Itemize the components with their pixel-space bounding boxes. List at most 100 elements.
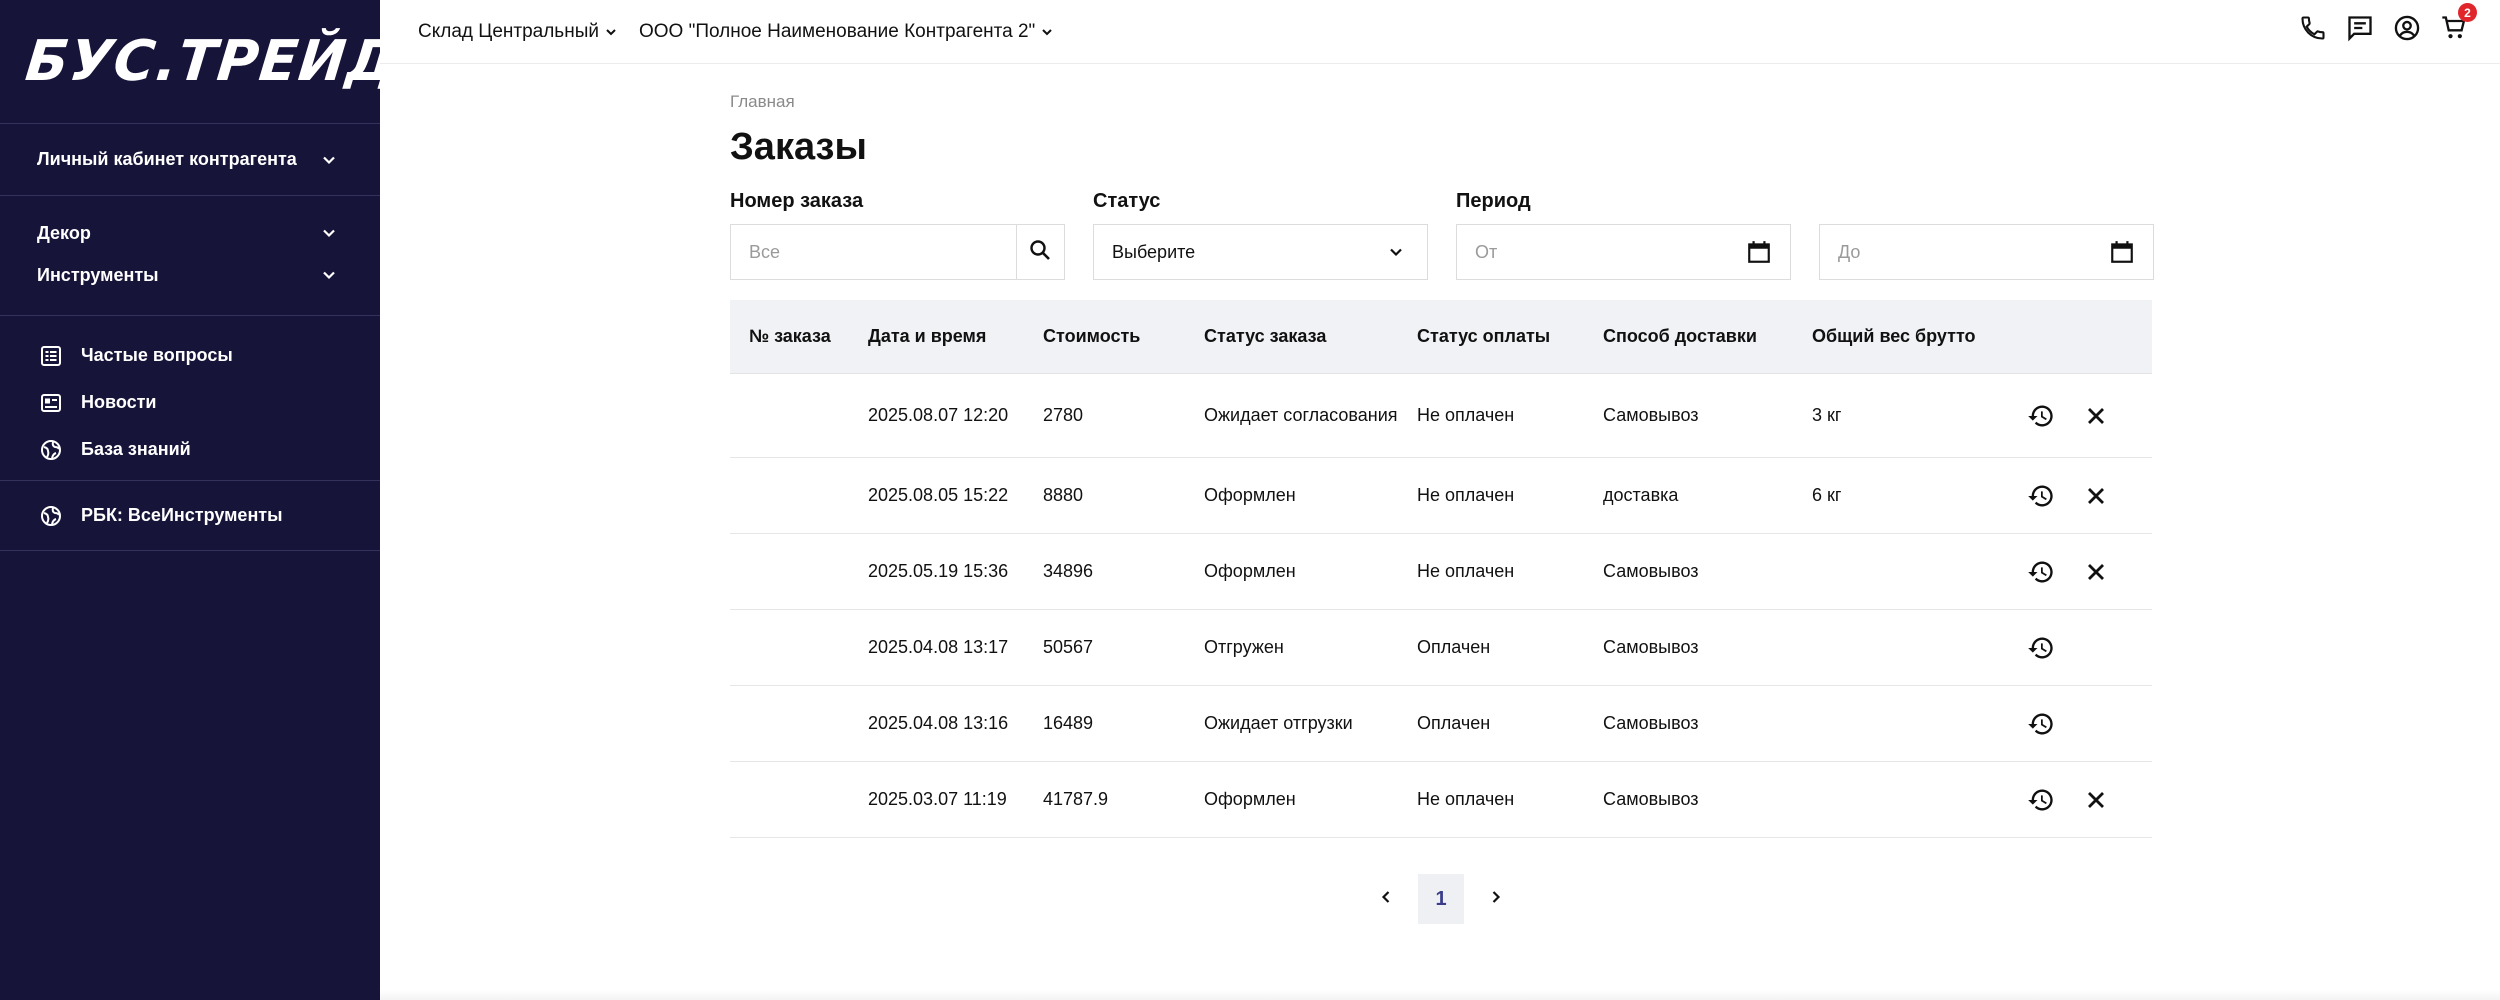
globe-icon bbox=[40, 505, 62, 527]
cancel-order-icon[interactable] bbox=[2082, 482, 2110, 510]
period-label: Период bbox=[1456, 190, 1531, 212]
sidebar-item-cabinet[interactable]: Личный кабинет контрагента bbox=[0, 139, 380, 181]
breadcrumb[interactable]: Главная bbox=[730, 92, 2152, 114]
order-status-cell: Оформлен bbox=[1204, 561, 1296, 581]
delivery-method-cell: Самовывоз bbox=[1603, 561, 1699, 581]
sidebar: БУС.ТРЕЙД Личный кабинет контрагента Дек… bbox=[0, 0, 401, 1000]
delivery-method-cell: доставка bbox=[1603, 485, 1679, 505]
datetime-cell: 2025.05.19 15:36 bbox=[868, 561, 1009, 581]
weight-cell: 6 кг bbox=[1812, 485, 1842, 505]
calendar-icon[interactable] bbox=[2109, 239, 2135, 265]
row-actions bbox=[2027, 710, 2152, 738]
sidebar-item-label: РБК: ВсеИнструменты bbox=[81, 505, 283, 525]
page-title: Заказы bbox=[730, 126, 867, 168]
history-icon[interactable] bbox=[2027, 402, 2055, 430]
globe-icon bbox=[40, 439, 62, 461]
history-icon[interactable] bbox=[2027, 710, 2055, 738]
sidebar-item-rbk[interactable]: РБК: ВсеИнструменты bbox=[0, 492, 380, 539]
logo-text: БУС.ТРЕЙД bbox=[22, 29, 401, 94]
cost-cell: 8880 bbox=[1043, 485, 1084, 505]
payment-status-cell: Не оплачен bbox=[1417, 561, 1515, 581]
delivery-method-cell: Самовывоз bbox=[1603, 637, 1699, 657]
cost-cell: 50567 bbox=[1043, 637, 1094, 657]
row-actions bbox=[2027, 482, 2152, 510]
table-row[interactable]: 2025.03.07 11:19 41787.9 Оформлен Не оплаче… bbox=[730, 762, 2152, 838]
order-number-field bbox=[730, 224, 1065, 280]
period-from-field bbox=[1456, 224, 1791, 280]
delivery-method-cell: Самовывоз bbox=[1603, 405, 1699, 425]
history-icon[interactable] bbox=[2027, 558, 2055, 586]
table-row[interactable]: 2025.08.07 12:20 2780 Ожидает согласования… bbox=[730, 374, 2152, 458]
chat-icon[interactable] bbox=[2346, 14, 2374, 42]
cost-cell: 34896 bbox=[1043, 561, 1094, 581]
sidebar-item-label: Личный кабинет контрагента bbox=[37, 149, 297, 169]
order-status-cell: Отгружен bbox=[1204, 637, 1284, 657]
pagination: 1 bbox=[730, 874, 2152, 924]
cancel-order-icon[interactable] bbox=[2082, 786, 2110, 814]
history-icon[interactable] bbox=[2027, 786, 2055, 814]
logo[interactable]: БУС.ТРЕЙД bbox=[0, 0, 401, 124]
cart-count-badge: 2 bbox=[2458, 3, 2477, 22]
table-row[interactable]: 2025.08.05 15:22 8880 Оформлен Не оплачен до… bbox=[730, 458, 2152, 534]
sidebar-item-label: База знаний bbox=[81, 439, 191, 459]
history-icon[interactable] bbox=[2027, 634, 2055, 662]
payment-status-cell: Не оплачен bbox=[1417, 485, 1515, 505]
warehouse-dropdown[interactable]: Склад Центральный bbox=[418, 21, 617, 43]
table-row[interactable]: 2025.05.19 15:36 34896 Оформлен Не оплачен С… bbox=[730, 534, 2152, 610]
column-header: Дата и время bbox=[868, 326, 987, 346]
topbar: Склад Центральный ООО "Полное Наименован… bbox=[380, 0, 2500, 64]
table-row[interactable]: 2025.04.08 13:16 16489 Ожидает отгрузки Опл… bbox=[730, 686, 2152, 762]
order-status-cell: Ожидает согласования bbox=[1204, 405, 1398, 425]
status-select[interactable]: Выберите bbox=[1093, 224, 1428, 280]
filters: Номер заказа Статус Выберите Период bbox=[730, 190, 2154, 280]
page-number-button[interactable]: 1 bbox=[1418, 874, 1464, 924]
counterparty-dropdown[interactable]: ООО "Полное Наименование Контрагента 2" bbox=[639, 21, 1053, 43]
order-status-cell: Оформлен bbox=[1204, 789, 1296, 809]
order-number-input[interactable] bbox=[731, 225, 1016, 279]
datetime-cell: 2025.08.05 15:22 bbox=[868, 485, 1009, 505]
chevron-down-icon bbox=[1389, 245, 1403, 259]
table-body: 2025.08.07 12:20 2780 Ожидает согласования… bbox=[730, 374, 2152, 838]
sidebar-item-label: Декор bbox=[37, 222, 91, 243]
column-header: Статус заказа bbox=[1204, 326, 1327, 346]
account-icon[interactable] bbox=[2393, 14, 2421, 42]
cart-icon[interactable]: 2 bbox=[2440, 3, 2477, 42]
sidebar-item-faq[interactable]: Частые вопросы bbox=[0, 332, 380, 379]
column-header: № заказа bbox=[749, 326, 831, 346]
history-icon[interactable] bbox=[2027, 482, 2055, 510]
next-page-button[interactable] bbox=[1482, 885, 1510, 913]
search-button[interactable] bbox=[1015, 224, 1064, 280]
period-to-field bbox=[1819, 224, 2154, 280]
weight-cell: 3 кг bbox=[1812, 405, 1842, 425]
cost-cell: 2780 bbox=[1043, 405, 1084, 425]
delivery-method-cell: Самовывоз bbox=[1603, 789, 1699, 809]
sidebar-item-news[interactable]: Новости bbox=[0, 379, 380, 426]
sidebar-item-decor[interactable]: Декор bbox=[0, 212, 380, 254]
sidebar-item-label: Частые вопросы bbox=[81, 345, 233, 365]
counterparty-label: ООО "Полное Наименование Контрагента 2" bbox=[638, 20, 1036, 42]
datetime-cell: 2025.04.08 13:16 bbox=[868, 713, 1009, 733]
column-header: Статус оплаты bbox=[1417, 326, 1551, 346]
phone-icon[interactable] bbox=[2299, 14, 2327, 42]
payment-status-cell: Оплачен bbox=[1417, 637, 1491, 657]
cancel-order-icon[interactable] bbox=[2082, 558, 2110, 586]
order-status-cell: Ожидает отгрузки bbox=[1204, 713, 1353, 733]
sidebar-item-tools[interactable]: Инструменты bbox=[0, 254, 380, 296]
page-footer-fade bbox=[380, 990, 2500, 1000]
news-icon bbox=[40, 392, 62, 414]
order-status-cell: Оформлен bbox=[1204, 485, 1296, 505]
period-to-input[interactable] bbox=[1820, 225, 2109, 279]
datetime-cell: 2025.08.07 12:20 bbox=[868, 405, 1009, 425]
sidebar-item-label: Инструменты bbox=[37, 264, 159, 285]
table-row[interactable]: 2025.04.08 13:17 50567 Отгружен Оплачен Само… bbox=[730, 610, 2152, 686]
chevron-down-icon bbox=[605, 26, 617, 38]
period-from-input[interactable] bbox=[1457, 225, 1746, 279]
sidebar-item-knowledge-base[interactable]: База знаний bbox=[0, 426, 380, 473]
chevron-down-icon bbox=[322, 268, 336, 282]
calendar-icon[interactable] bbox=[1746, 239, 1772, 265]
cancel-order-icon[interactable] bbox=[2082, 402, 2110, 430]
column-header: Способ доставки bbox=[1603, 326, 1757, 346]
datetime-cell: 2025.04.08 13:17 bbox=[868, 637, 1009, 657]
prev-page-button[interactable] bbox=[1372, 885, 1400, 913]
column-header: Стоимость bbox=[1043, 326, 1141, 346]
